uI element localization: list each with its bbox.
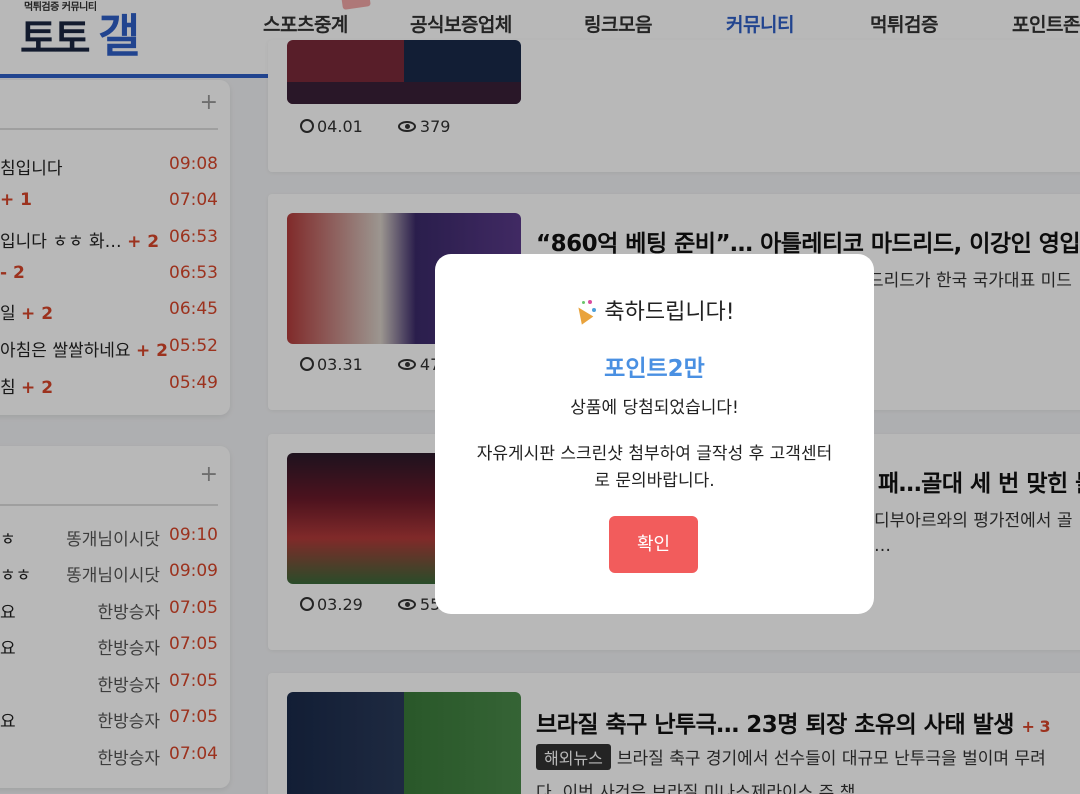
party-popper-icon	[573, 300, 597, 325]
confirm-button[interactable]: 확인	[609, 516, 698, 573]
prize-message: 상품에 당첨되었습니다!	[570, 398, 739, 418]
modal-title: 축하드립니다!	[435, 294, 874, 326]
instruction-message: 자유게시판 스크린샷 첨부하여 글작성 후 고객센터로 문의바랍니다.	[476, 444, 833, 491]
modal-title-text: 축하드립니다!	[604, 300, 735, 325]
prize-modal: 축하드립니다! 포인트2만 상품에 당첨되었습니다! 자유게시판 스크린샷 첨부…	[435, 254, 874, 614]
prize-name: 포인트2만	[604, 356, 705, 382]
